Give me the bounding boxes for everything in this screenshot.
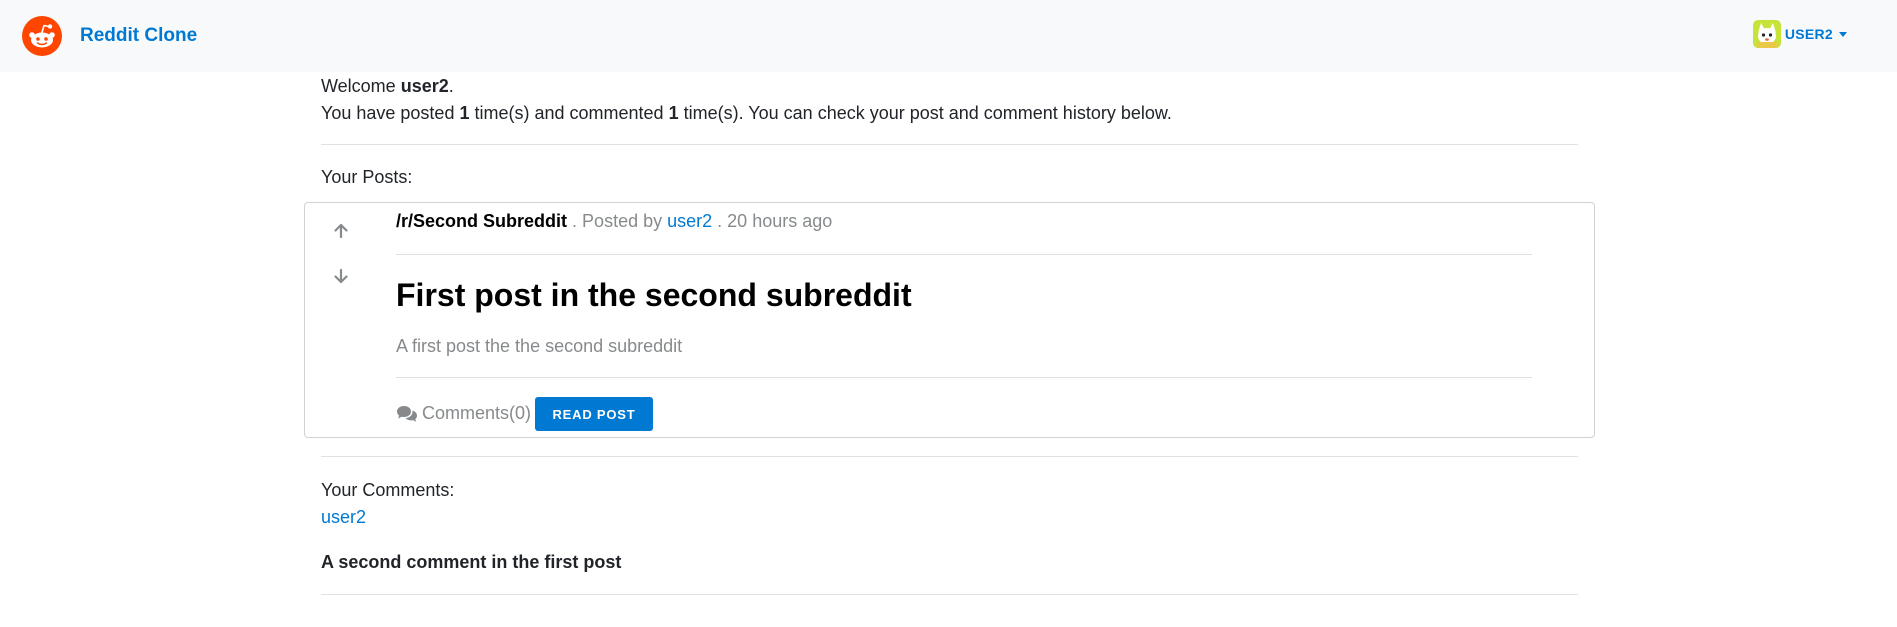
post-time: . 20 hours ago (717, 211, 833, 231)
post-author-link[interactable]: user2 (667, 211, 712, 231)
brand-link[interactable]: Reddit Clone (22, 16, 197, 56)
user-avatar-icon (1752, 20, 1781, 48)
comments-count-label: Comments(0) (422, 403, 532, 423)
user-name: USER2 (1784, 26, 1833, 42)
navbar: Reddit Clone USER2 (0, 0, 1897, 72)
comment-author-link[interactable]: user2 (321, 507, 366, 528)
reddit-logo-icon (22, 16, 62, 56)
brand-name: Reddit Clone (80, 25, 198, 46)
welcome-greeting: Welcome (321, 76, 396, 96)
post-meta: /r/Second Subreddit . Posted by user2 . … (396, 211, 832, 232)
commented-prefix: time(s) and commented (474, 103, 664, 123)
post-description: A first post the the second subreddit (396, 336, 683, 356)
subreddit-link[interactable]: /r/Second Subreddit (396, 211, 567, 231)
post-count: 1 (459, 103, 470, 123)
stats-suffix: time(s). You can check your post and com… (683, 103, 1172, 123)
welcome-username: user2 (400, 76, 449, 96)
comments-icon (396, 405, 422, 423)
divider (321, 456, 1578, 457)
divider (321, 144, 1578, 145)
read-post-button[interactable]: READ POST (535, 397, 653, 431)
your-comments-heading: Your Comments: (321, 480, 455, 500)
comment-text: A second comment in the first post (321, 552, 622, 572)
divider (321, 594, 1578, 595)
user-menu[interactable]: USER2 (1752, 20, 1847, 48)
divider (396, 377, 1532, 378)
arrow-down-icon[interactable] (331, 266, 351, 286)
divider (396, 254, 1532, 255)
your-posts-heading: Your Posts: (321, 167, 413, 187)
post-card: /r/Second Subreddit . Posted by user2 . … (304, 202, 1595, 438)
comments-link[interactable]: Comments(0) (396, 403, 531, 424)
welcome-period: . (448, 76, 454, 96)
caret-down-icon (1839, 31, 1847, 37)
post-title: First post in the second subreddit (396, 277, 912, 313)
comment-count: 1 (668, 103, 679, 123)
welcome-line: Welcome user2. (321, 76, 454, 97)
posted-prefix: You have posted (321, 103, 455, 123)
activity-stats: You have posted 1 time(s) and commented … (321, 103, 1172, 124)
arrow-up-icon[interactable] (331, 221, 351, 241)
posted-by-label: . Posted by (572, 211, 663, 231)
